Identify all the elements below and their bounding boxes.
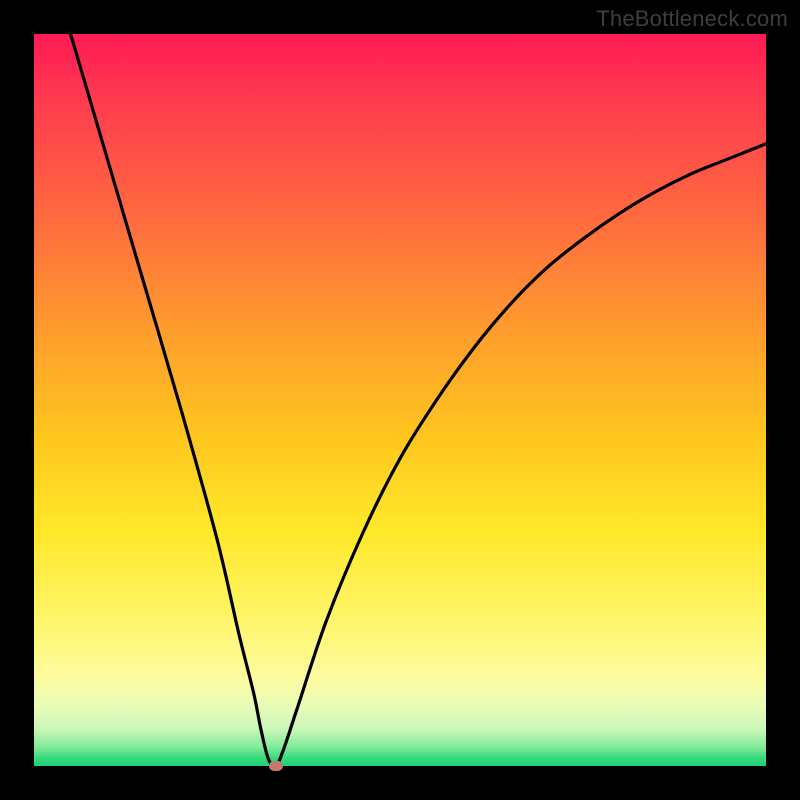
chart-frame: TheBottleneck.com: [0, 0, 800, 800]
watermark-text: TheBottleneck.com: [596, 6, 788, 32]
chart-plot-area: [34, 34, 766, 766]
optimal-point-marker: [269, 761, 283, 771]
bottleneck-curve: [34, 34, 766, 766]
